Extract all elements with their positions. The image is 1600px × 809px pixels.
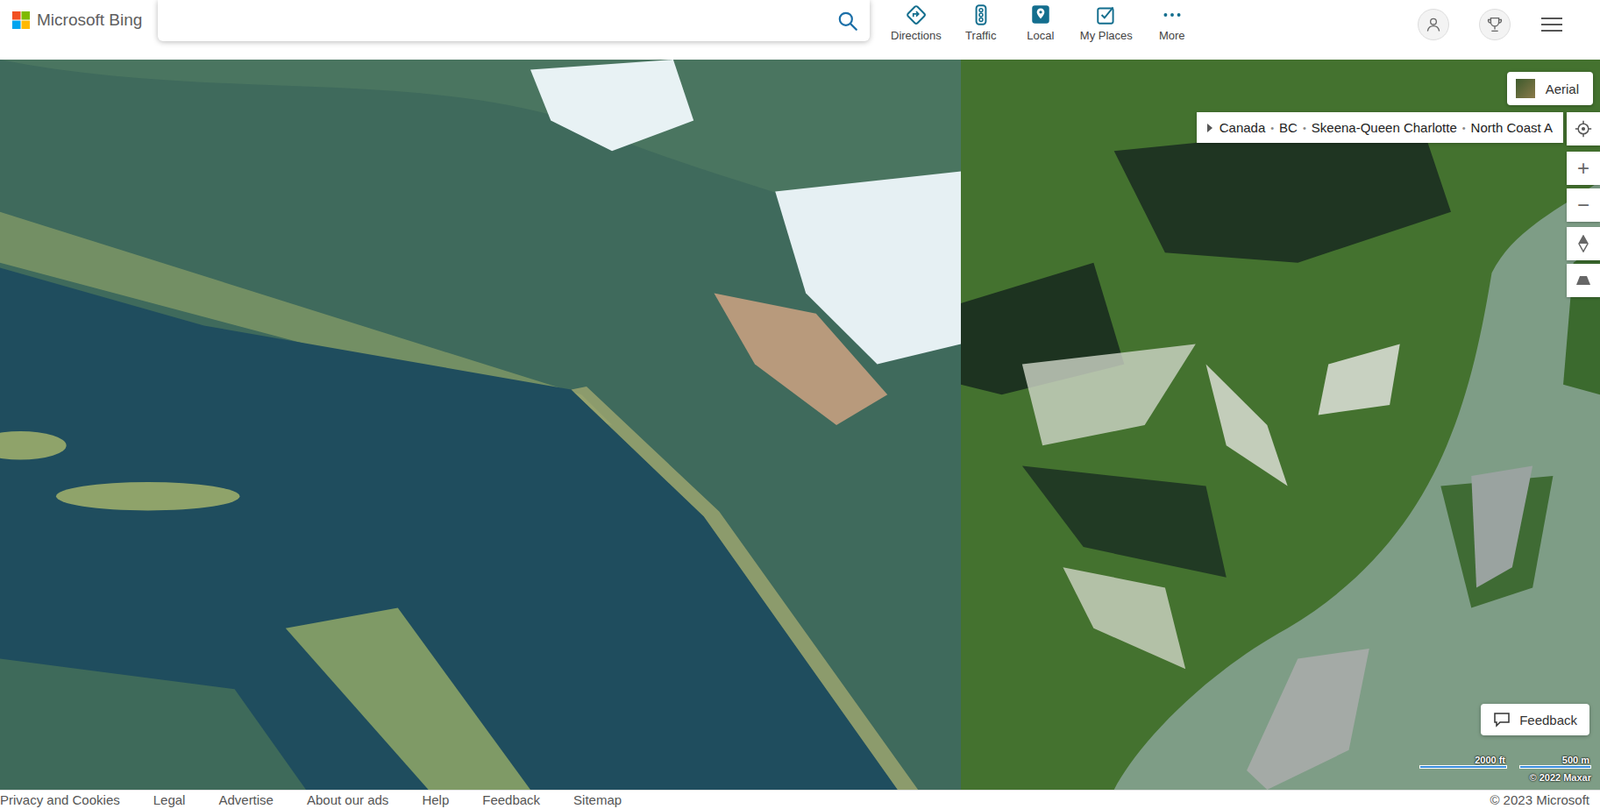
nav-label: Local xyxy=(1026,28,1054,43)
expand-arrow-icon[interactable] xyxy=(1205,122,1215,134)
nav-label: My Places xyxy=(1080,28,1133,43)
scale-feet: 2000 ft xyxy=(1419,754,1508,769)
breadcrumb-item[interactable]: Skeena-Queen Charlotte xyxy=(1311,120,1458,136)
scale-meters-line xyxy=(1519,765,1592,769)
saved-places-icon xyxy=(1095,3,1118,27)
trophy-icon xyxy=(1485,14,1505,35)
perspective-icon xyxy=(1575,274,1592,287)
nav-label: Traffic xyxy=(965,28,996,43)
footer-copyright: © 2023 Microsoft xyxy=(1489,792,1590,808)
tilt-button[interactable] xyxy=(1566,263,1600,298)
crosshair-icon xyxy=(1574,120,1593,138)
speech-bubble-icon xyxy=(1493,711,1511,728)
microsoft-logo-icon xyxy=(12,11,30,29)
scale-meters: 500 m xyxy=(1519,754,1592,769)
aerial-thumbnail-icon xyxy=(1515,78,1536,99)
nav-item[interactable]: Directions xyxy=(890,3,942,43)
menu-button[interactable] xyxy=(1540,14,1564,35)
hamburger-icon xyxy=(1540,14,1564,35)
breadcrumb-separator: • xyxy=(1270,122,1274,134)
footer-links: Privacy and Cookies Legal Advertise About o… xyxy=(0,792,622,808)
bing-maps-page: Microsoft Bing Directions Traffic Local My P… xyxy=(0,0,1600,809)
more-dots-icon xyxy=(1160,3,1184,27)
nav-label: Directions xyxy=(890,28,942,43)
locate-me-button[interactable] xyxy=(1566,112,1600,146)
footer-link[interactable]: Feedback xyxy=(482,792,541,808)
top-bar: Microsoft Bing Directions Traffic Local My P… xyxy=(0,0,1600,60)
footer-link[interactable]: Advertise xyxy=(218,792,274,808)
zoom-in-button[interactable]: + xyxy=(1566,151,1600,185)
aerial-imagery-right xyxy=(960,59,1600,790)
map-pin-icon xyxy=(1029,3,1053,27)
footer-link[interactable]: Legal xyxy=(153,792,186,808)
breadcrumb-item[interactable]: BC xyxy=(1279,120,1298,136)
compass-icon xyxy=(1577,234,1590,253)
account-area xyxy=(1417,0,1600,41)
nav-label: More xyxy=(1159,28,1186,43)
logo-text: Microsoft Bing xyxy=(36,10,143,30)
nav-item[interactable]: My Places xyxy=(1080,3,1133,43)
footer-link[interactable]: Help xyxy=(421,792,449,808)
zoomed-aerial-pane xyxy=(0,59,961,790)
footer: Privacy and Cookies Legal Advertise About o… xyxy=(0,789,1600,809)
feedback-label: Feedback xyxy=(1519,712,1578,728)
scale-feet-line xyxy=(1419,765,1508,769)
nav-item[interactable]: More xyxy=(1152,3,1193,43)
search-box[interactable] xyxy=(157,0,870,42)
profile-button[interactable] xyxy=(1417,8,1450,41)
person-icon xyxy=(1424,15,1443,34)
magnifier-icon[interactable] xyxy=(836,9,860,33)
breadcrumb-separator: • xyxy=(1462,122,1466,134)
nav-item[interactable]: Local xyxy=(1020,3,1061,43)
scale-segments: 2000 ft 500 m xyxy=(1419,754,1592,769)
search-input[interactable] xyxy=(171,12,837,30)
aerial-pane xyxy=(960,59,1600,790)
scale-feet-label: 2000 ft xyxy=(1474,754,1508,766)
compass-button[interactable] xyxy=(1566,227,1600,261)
map-feedback-button[interactable]: Feedback xyxy=(1480,704,1590,736)
location-breadcrumb: Canada • BC • Skeena-Queen Charlotte • North C… xyxy=(1196,112,1564,143)
footer-link[interactable]: Privacy and Cookies xyxy=(0,792,121,808)
scale-bar: 2000 ft 500 m © 2022 Maxar xyxy=(1419,754,1592,783)
traffic-light-icon xyxy=(969,3,993,27)
map-style-button[interactable]: Aerial xyxy=(1507,71,1593,106)
rewards-button[interactable] xyxy=(1479,8,1511,41)
map-style-label: Aerial xyxy=(1545,81,1579,97)
footer-link[interactable]: About our ads xyxy=(306,792,389,808)
nav-item[interactable]: Traffic xyxy=(960,3,1002,43)
breadcrumb-item[interactable]: North Coast A xyxy=(1471,120,1553,136)
aerial-imagery-left xyxy=(0,59,961,790)
breadcrumb-separator: • xyxy=(1302,122,1307,134)
bing-logo[interactable]: Microsoft Bing xyxy=(12,0,153,41)
nav-bar: Directions Traffic Local My Places More xyxy=(890,0,1193,43)
directions-icon xyxy=(904,3,928,27)
imagery-copyright: © 2022 Maxar xyxy=(1529,772,1593,783)
map-area[interactable]: Aerial Canada • BC • Skeena-Queen Charlotte • N… xyxy=(0,59,1600,790)
zoom-out-button[interactable]: − xyxy=(1566,188,1600,222)
footer-link[interactable]: Sitemap xyxy=(573,792,622,808)
scale-meters-label: 500 m xyxy=(1562,754,1592,766)
map-controls: +− xyxy=(1566,151,1600,298)
breadcrumb-item[interactable]: Canada xyxy=(1219,120,1266,136)
